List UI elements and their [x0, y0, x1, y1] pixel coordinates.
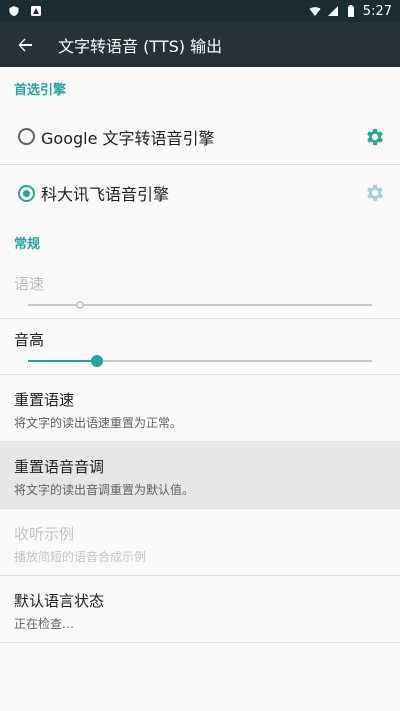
item-title: 默认语言状态 — [14, 592, 105, 610]
notification-icon — [31, 6, 41, 16]
item-title: 重置语速 — [14, 391, 75, 409]
pitch-pref: 音高 — [0, 319, 400, 375]
item-summary: 将文字的读出音调重置为默认值。 — [14, 483, 195, 497]
reset-speech-rate-item[interactable]: 重置语速 将文字的读出语速重置为正常。 — [0, 375, 400, 442]
engine-label: Google 文字转语音引擎 — [41, 128, 215, 148]
status-time: 5:27 — [362, 3, 392, 19]
default-language-status-item[interactable]: 默认语言状态 正在检查… — [0, 576, 400, 643]
slider-thumb[interactable] — [75, 301, 84, 309]
speech-rate-pref: 语速 — [0, 263, 400, 319]
settings-list: 首选引擎 Google 文字转语音引擎 科大讯飞语音引擎 常规 语速 音高 重置… — [0, 67, 400, 643]
cellular-signal-icon — [327, 6, 338, 16]
item-summary: 播放简短的语音合成示例 — [14, 550, 147, 564]
page-title: 文字转语音 (TTS) 输出 — [58, 36, 223, 56]
back-button[interactable] — [0, 22, 50, 67]
speech-rate-slider[interactable] — [28, 301, 372, 309]
gear-icon[interactable] — [364, 182, 386, 204]
item-summary: 将文字的读出语速重置为正常。 — [14, 416, 183, 430]
section-header-preferred-engine: 首选引擎 — [14, 82, 67, 98]
app-toolbar: 文字转语音 (TTS) 输出 — [0, 22, 400, 67]
shield-icon — [9, 6, 19, 16]
radio-button-iflytek[interactable] — [18, 184, 35, 202]
speech-rate-label: 语速 — [14, 275, 45, 293]
pitch-label: 音高 — [14, 331, 45, 349]
arrow-back-icon — [18, 38, 32, 51]
item-title: 重置语音音调 — [14, 458, 105, 476]
status-bar: 5:27 — [0, 0, 400, 22]
wifi-icon — [309, 7, 321, 16]
pitch-slider[interactable] — [28, 355, 372, 367]
section-header-general: 常规 — [14, 236, 41, 252]
slider-thumb[interactable] — [90, 355, 103, 367]
engine-label: 科大讯飞语音引擎 — [41, 185, 170, 204]
radio-button-google[interactable] — [18, 128, 35, 145]
battery-icon — [347, 5, 354, 17]
item-title: 收听示例 — [14, 525, 75, 543]
slider-fill — [28, 360, 97, 362]
engine-option-iflytek[interactable]: 科大讯飞语音引擎 — [0, 165, 400, 221]
reset-pitch-item[interactable]: 重置语音音调 将文字的读出音调重置为默认值。 — [0, 442, 400, 509]
item-summary: 正在检查… — [14, 617, 75, 631]
engine-option-google[interactable]: Google 文字转语音引擎 — [0, 109, 400, 165]
listen-example-item: 收听示例 播放简短的语音合成示例 — [0, 509, 400, 576]
gear-icon[interactable] — [364, 126, 386, 148]
